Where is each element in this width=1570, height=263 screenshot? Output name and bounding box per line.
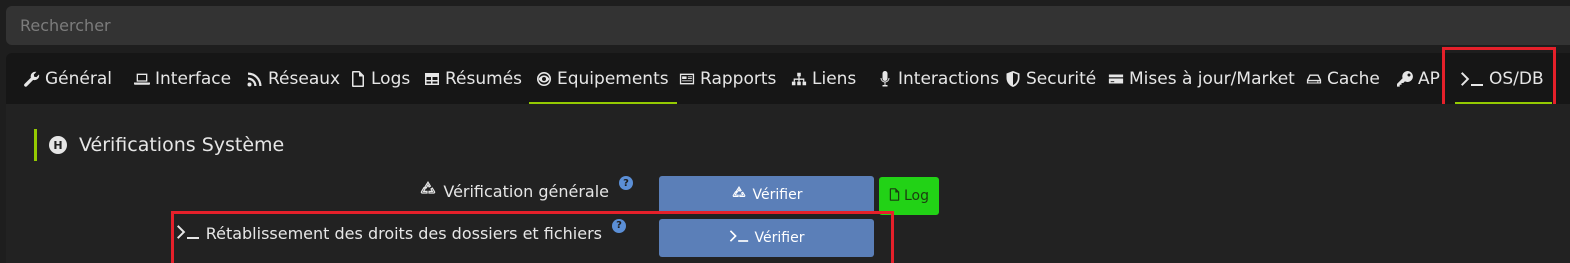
- row-label-verification-generale: Vérification générale ?: [419, 176, 633, 201]
- h-circle-icon: H: [49, 136, 67, 154]
- tab-label: Interactions: [898, 68, 1000, 89]
- tab-securite[interactable]: Securité: [1004, 53, 1096, 104]
- file-icon: [889, 187, 900, 205]
- tab-resumes[interactable]: Résumés: [423, 53, 522, 104]
- hdd-icon: [1305, 70, 1323, 88]
- log-button[interactable]: Log: [879, 177, 939, 215]
- tab-interface[interactable]: Interface: [133, 53, 231, 104]
- recycle-icon: [419, 181, 437, 201]
- tab-label: AP: [1418, 68, 1440, 89]
- rss-icon: [246, 70, 264, 88]
- tab-logs[interactable]: Logs: [349, 53, 410, 104]
- page: Général Interface Réseaux Logs Résumés: [0, 0, 1570, 263]
- tab-label: Mises à jour/Market: [1129, 68, 1295, 89]
- terminal-icon: [176, 224, 200, 243]
- tab-label: Cache: [1327, 68, 1380, 89]
- key-icon: [1396, 70, 1414, 88]
- tab-general[interactable]: Général: [23, 53, 112, 104]
- section-accent-bar: [34, 129, 37, 161]
- row-label-retablissement-droits: Rétablissement des droits des dossiers e…: [176, 218, 626, 243]
- search-input[interactable]: [6, 6, 1570, 45]
- table-icon: [423, 70, 441, 88]
- tab-label: Réseaux: [268, 68, 341, 89]
- microphone-icon: [876, 70, 894, 88]
- tab-label: Rapports: [700, 68, 777, 89]
- tab-mises-a-jour-market[interactable]: Mises à jour/Market: [1107, 53, 1295, 104]
- tab-label: Interface: [155, 68, 232, 89]
- eye-circle-icon: [535, 70, 553, 88]
- sitemap-icon: [790, 70, 808, 88]
- row-label-text: Vérification générale: [443, 181, 609, 201]
- tab-label: Equipements: [557, 68, 669, 89]
- tab-api[interactable]: AP: [1396, 53, 1440, 104]
- tab-reseaux[interactable]: Réseaux: [246, 53, 340, 104]
- os-db-panel: H Vérifications Système Vérification gén…: [6, 104, 1570, 263]
- shield-icon: [1004, 70, 1022, 88]
- tab-label: Résumés: [445, 68, 523, 89]
- laptop-icon: [133, 70, 151, 88]
- section-header: H Vérifications Système: [34, 129, 284, 161]
- section-title: Vérifications Système: [79, 134, 285, 156]
- tab-equipements[interactable]: Equipements: [529, 53, 677, 104]
- verifier-droits-button[interactable]: Vérifier: [659, 219, 874, 257]
- credit-card-icon: [1107, 70, 1125, 88]
- tab-label: Liens: [812, 68, 857, 89]
- terminal-icon: [1459, 70, 1485, 88]
- settings-tab-bar: Général Interface Réseaux Logs Résumés E…: [6, 53, 1570, 104]
- terminal-icon: [729, 230, 749, 246]
- recycle-icon: [731, 186, 747, 204]
- tab-rapports[interactable]: Rapports: [678, 53, 776, 104]
- button-label: Vérifier: [754, 230, 805, 246]
- tab-liens[interactable]: Liens: [790, 53, 856, 104]
- row-label-text: Rétablissement des droits des dossiers e…: [205, 224, 602, 243]
- button-label: Log: [903, 188, 929, 204]
- verifier-general-button[interactable]: Vérifier: [659, 176, 874, 214]
- wrench-icon: [23, 70, 41, 88]
- newspaper-icon: [678, 70, 696, 88]
- tab-cache[interactable]: Cache: [1305, 53, 1380, 104]
- tab-label: Securité: [1026, 68, 1097, 89]
- tab-label: OS/DB: [1489, 68, 1544, 89]
- help-icon[interactable]: ?: [619, 176, 633, 190]
- tab-os-db[interactable]: OS/DB: [1455, 53, 1552, 104]
- tab-label: Général: [45, 68, 112, 89]
- button-label: Vérifier: [752, 187, 803, 203]
- tab-interactions[interactable]: Interactions: [876, 53, 999, 104]
- help-icon[interactable]: ?: [612, 218, 626, 233]
- tab-label: Logs: [371, 68, 411, 89]
- file-icon: [349, 70, 367, 88]
